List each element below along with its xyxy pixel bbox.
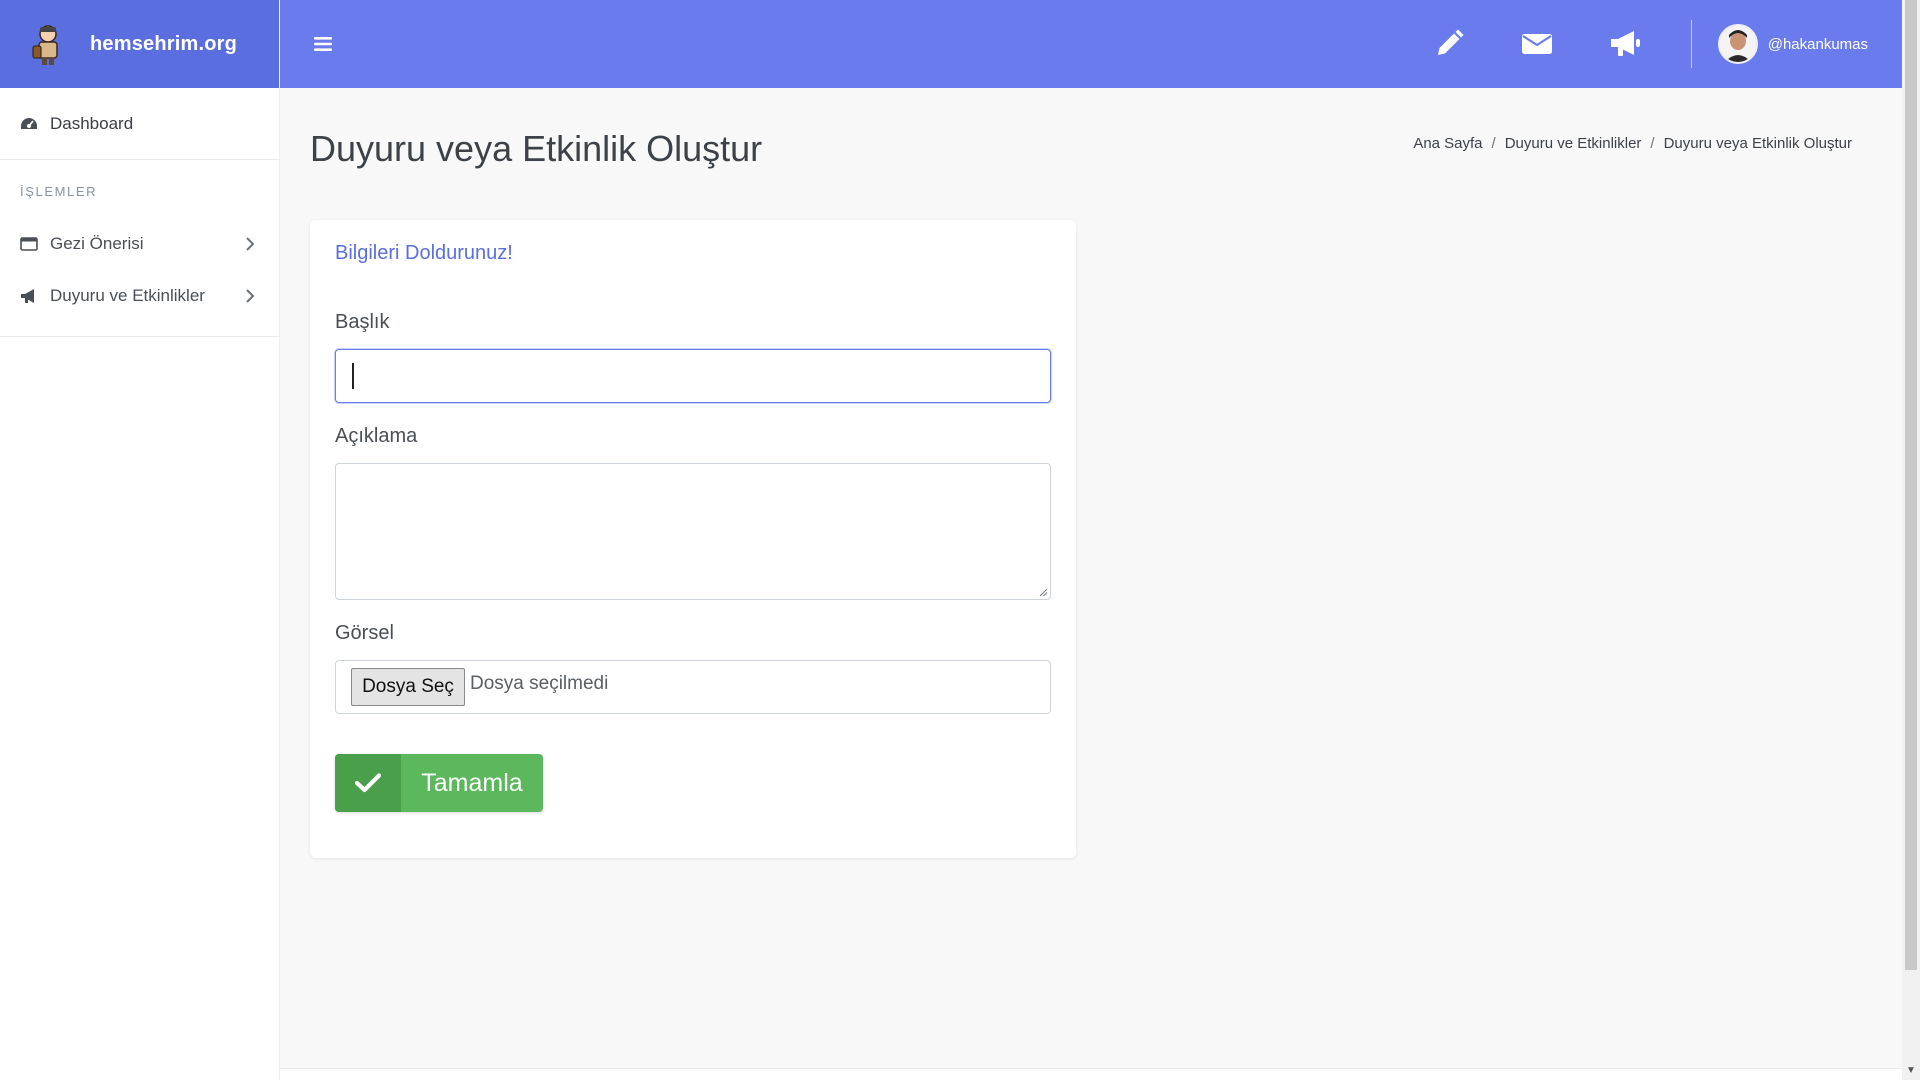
brand-name: hemsehrim.org xyxy=(90,32,238,55)
sidebar-heading: İŞLEMLER xyxy=(20,184,98,199)
scrollbar[interactable]: ▼ xyxy=(1902,0,1920,1080)
text-caret xyxy=(352,363,354,389)
topbar-separator xyxy=(1690,20,1692,68)
window-icon xyxy=(20,237,38,251)
description-textarea[interactable] xyxy=(335,463,1051,600)
image-label: Görsel xyxy=(335,622,394,644)
chevron-right-icon xyxy=(246,237,255,251)
sidebar-item-label: Dashboard xyxy=(50,113,134,133)
topbar: @hakankumas xyxy=(280,0,1902,88)
breadcrumb-separator: / xyxy=(1491,135,1496,152)
resize-handle-icon[interactable] xyxy=(1038,587,1048,597)
username: @hakankumas xyxy=(1767,35,1868,53)
sidebar-item-label: Duyuru ve Etkinlikler xyxy=(50,286,205,305)
sidebar-item-dashboard[interactable]: Dashboard xyxy=(0,88,279,160)
title-label: Başlık xyxy=(335,311,390,333)
image-file-input: Dosya Seç Dosya seçilmedi xyxy=(335,660,1051,714)
title-input[interactable] xyxy=(335,349,1051,403)
page-title: Duyuru veya Etkinlik Oluştur xyxy=(310,128,763,169)
scroll-down-arrow-icon[interactable]: ▼ xyxy=(1906,1065,1916,1076)
brand-logo-icon xyxy=(32,25,58,65)
choose-file-button[interactable]: Dosya Seç xyxy=(351,668,465,706)
brand-bar[interactable]: hemsehrim.org xyxy=(0,0,279,88)
chevron-right-icon xyxy=(246,289,255,303)
breadcrumb-home-link[interactable]: Ana Sayfa xyxy=(1413,135,1482,152)
breadcrumb-announcements-link[interactable]: Duyuru ve Etkinlikler xyxy=(1505,135,1642,152)
sidebar: hemsehrim.org Dashboard İŞLEMLER Gezi Ön… xyxy=(0,0,280,1080)
hamburger-menu-icon[interactable] xyxy=(314,36,332,52)
scrollbar-thumb[interactable] xyxy=(1905,0,1917,970)
announcements-button[interactable] xyxy=(1581,0,1669,88)
pencil-icon xyxy=(1437,29,1464,55)
sidebar-item-gezi-onerisi[interactable]: Gezi Önerisi xyxy=(0,218,279,270)
card-title: Bilgileri Doldurunuz! xyxy=(335,242,513,264)
pencil-button[interactable] xyxy=(1405,0,1493,88)
file-status-text: Dosya seçilmedi xyxy=(470,673,609,694)
footer xyxy=(280,1068,1902,1080)
breadcrumb-current: Duyuru veya Etkinlik Oluştur xyxy=(1663,135,1852,152)
sidebar-divider xyxy=(0,336,279,337)
bullhorn-icon xyxy=(1610,31,1640,56)
topbar-actions: @hakankumas xyxy=(1405,0,1902,88)
user-avatar-icon xyxy=(1719,26,1756,62)
form-card: Bilgileri Doldurunuz! Başlık Açıklama Gö… xyxy=(310,220,1076,858)
sidebar-item-label: Gezi Önerisi xyxy=(50,234,144,253)
envelope-icon xyxy=(1521,34,1552,54)
breadcrumb-separator: / xyxy=(1650,135,1655,152)
bullhorn-icon xyxy=(21,289,34,303)
breadcrumb: Ana Sayfa / Duyuru ve Etkinlikler / Duyuru v… xyxy=(1413,135,1852,152)
description-label: Açıklama xyxy=(335,425,418,447)
submit-label: Tamamla xyxy=(421,768,523,797)
submit-icon-box xyxy=(335,754,401,812)
submit-button[interactable]: Tamamla xyxy=(335,754,543,812)
avatar xyxy=(1717,24,1758,64)
dashboard-gauge-icon xyxy=(21,117,37,129)
sidebar-item-duyuru-ve-etkinlikler[interactable]: Duyuru ve Etkinlikler xyxy=(0,270,279,322)
check-icon xyxy=(355,773,381,793)
messages-button[interactable] xyxy=(1493,0,1581,88)
user-menu[interactable]: @hakankumas xyxy=(1717,24,1868,64)
